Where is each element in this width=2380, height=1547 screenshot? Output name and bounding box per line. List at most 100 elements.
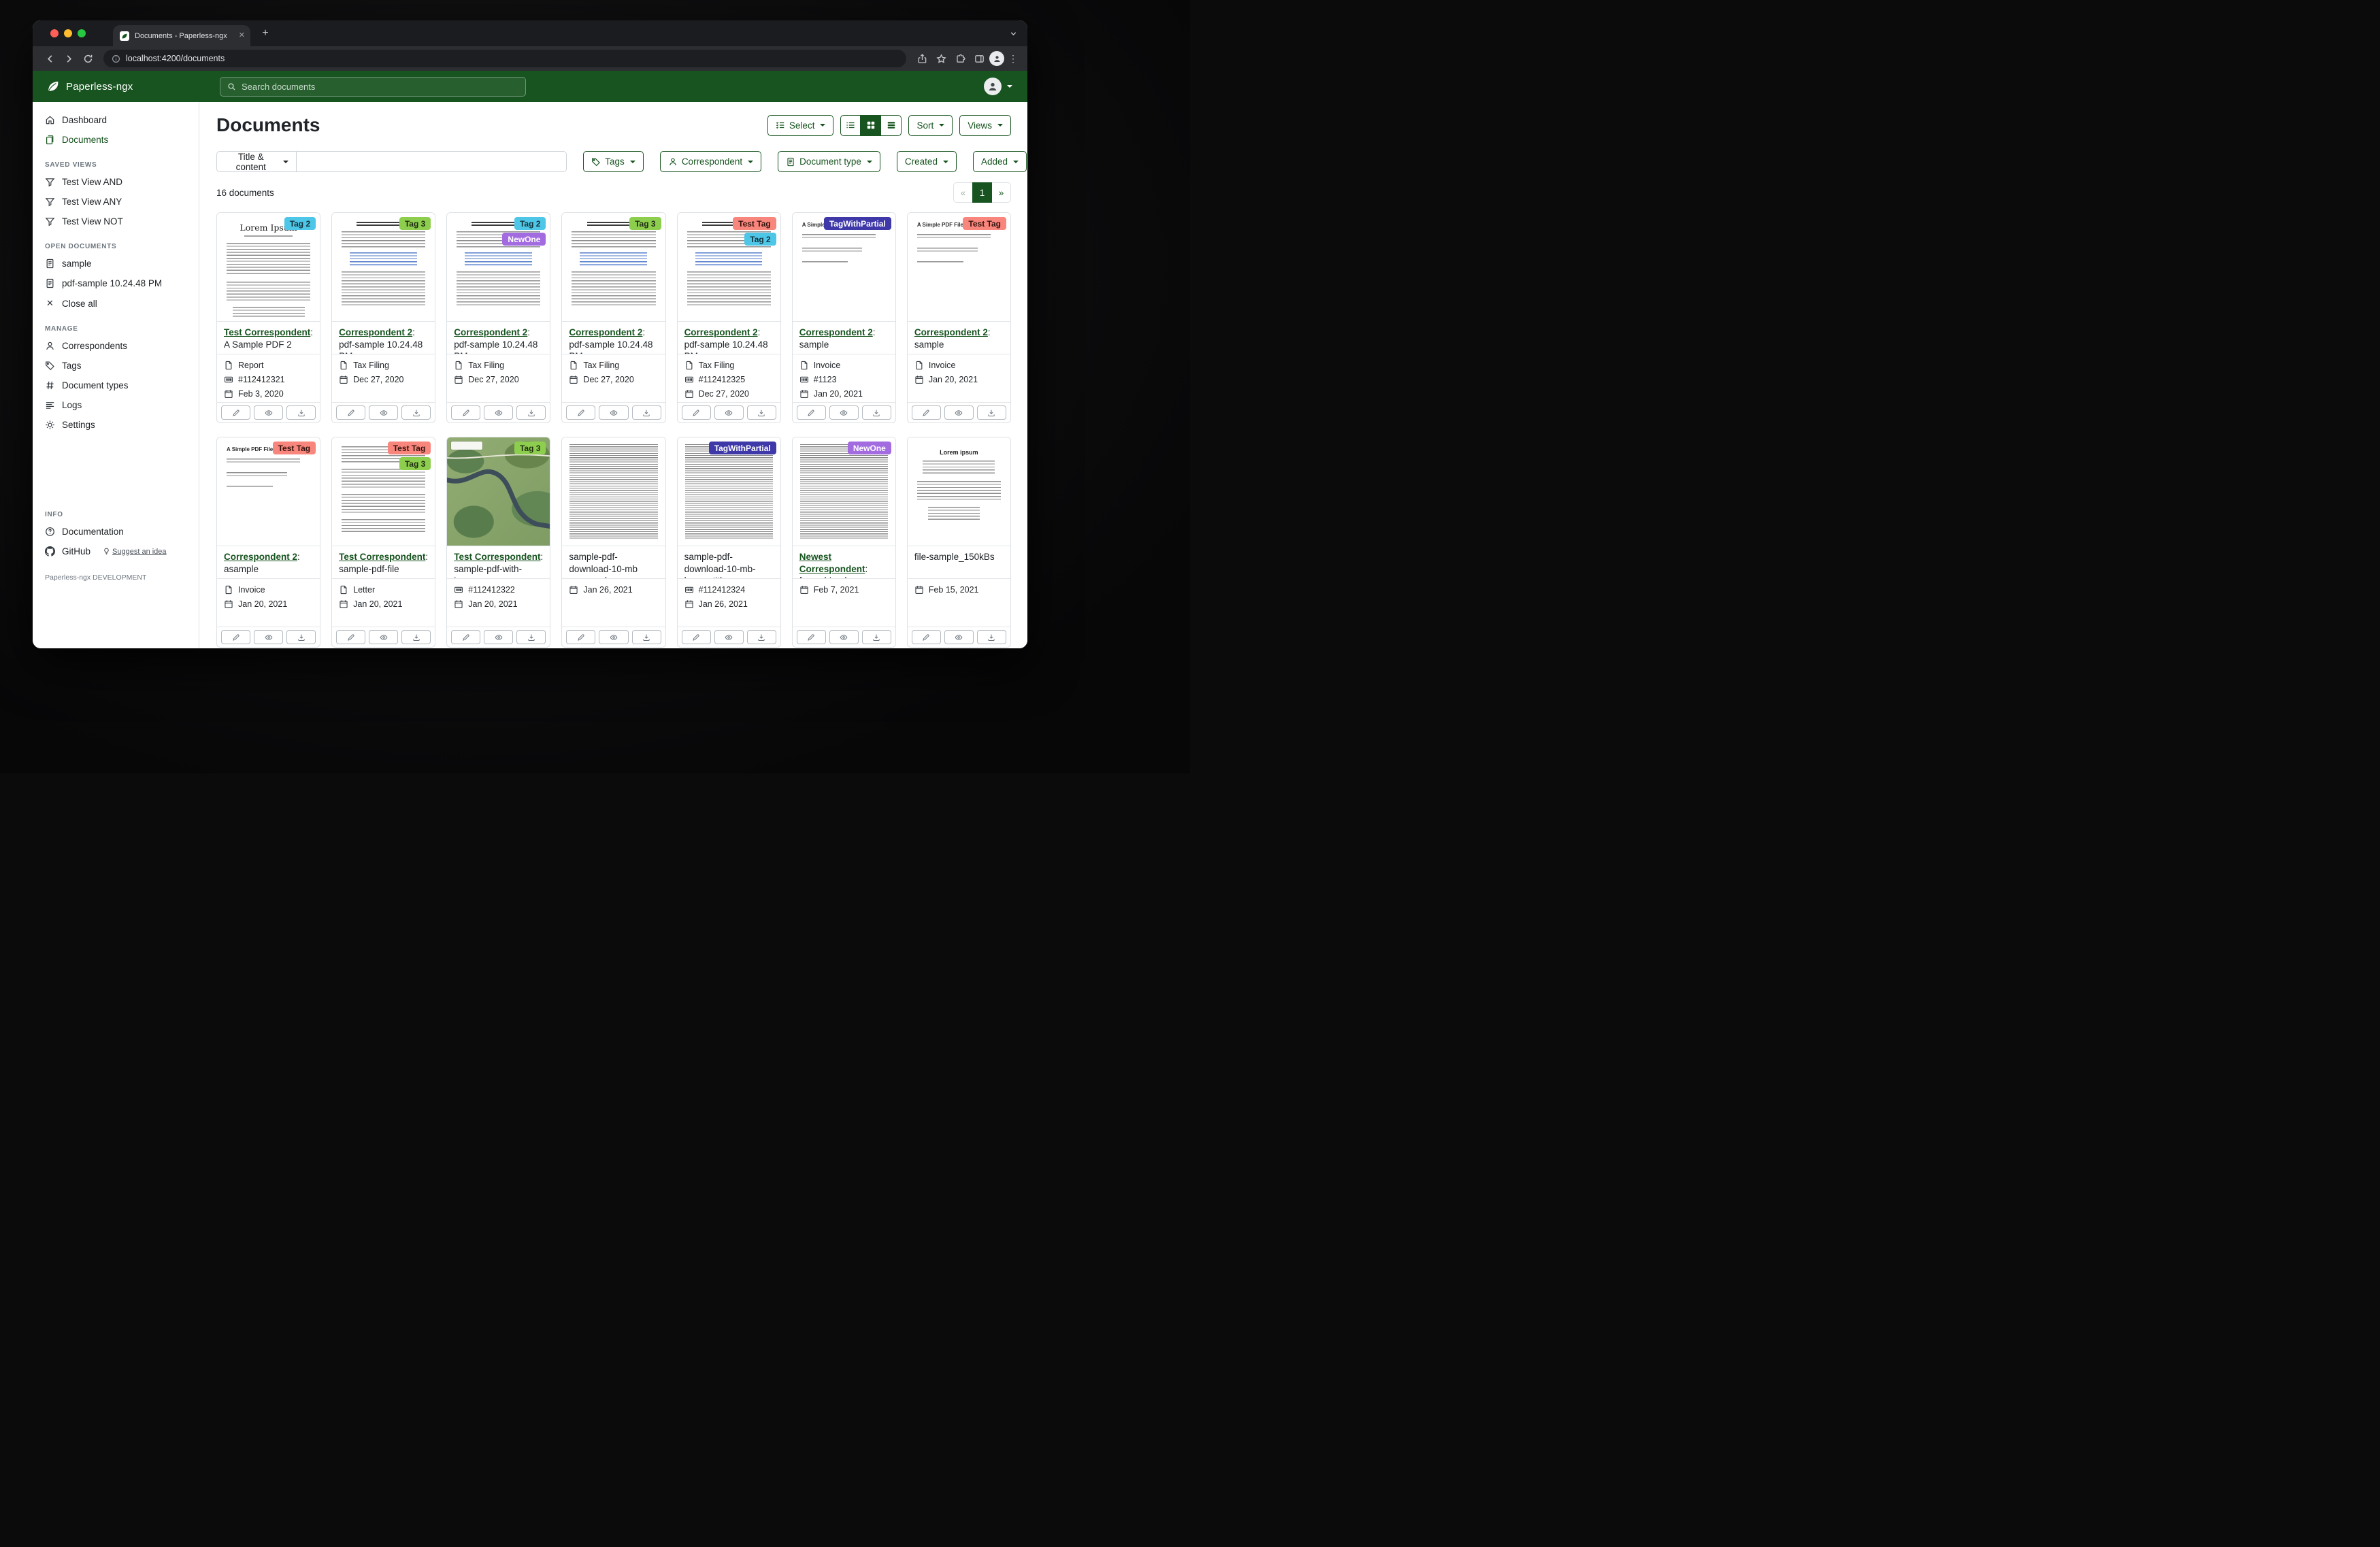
title-content-filter-input[interactable] (297, 151, 567, 172)
sidebar-item-dashboard[interactable]: Dashboard (33, 110, 199, 130)
tag-chip[interactable]: Tag 2 (744, 233, 776, 246)
download-document-button[interactable] (862, 405, 891, 420)
bookmark-star-icon[interactable] (932, 50, 950, 67)
document-name-link[interactable]: sample-pdf-file (339, 564, 399, 574)
download-document-button[interactable] (632, 630, 661, 644)
sidebar-item-document-types[interactable]: Document types (33, 376, 199, 395)
side-panel-icon[interactable] (970, 50, 988, 67)
tag-chip[interactable]: NewOne (848, 442, 891, 454)
correspondent-link[interactable]: Correspondent 2 (454, 327, 527, 337)
created-filter-button[interactable]: Created (897, 151, 957, 172)
document-thumbnail[interactable]: Tag 3 (562, 213, 665, 322)
views-button[interactable]: Views (959, 115, 1011, 136)
browser-tab[interactable]: Documents - Paperless-ngx ✕ (113, 25, 250, 46)
preview-document-button[interactable] (829, 405, 859, 420)
site-info-icon[interactable] (112, 54, 120, 63)
correspondent-filter-button[interactable]: Correspondent (660, 151, 761, 172)
added-filter-button[interactable]: Added (973, 151, 1027, 172)
correspondent-link[interactable]: Correspondent 2 (339, 327, 412, 337)
address-bar[interactable]: localhost:4200/documents (103, 50, 906, 67)
document-thumbnail[interactable]: A Simple PDF File (217, 437, 320, 546)
minimize-window-button[interactable] (64, 29, 72, 37)
preview-document-button[interactable] (599, 405, 628, 420)
app-brand[interactable]: Paperless-ngx (33, 80, 199, 93)
document-name-link[interactable]: sample (914, 339, 944, 350)
edit-document-button[interactable] (566, 630, 595, 644)
preview-document-button[interactable] (484, 630, 513, 644)
document-thumbnail[interactable]: Test Tag Tag 2 (678, 213, 780, 322)
document-name-link[interactable]: pdf-sample 10.24.48 PM (569, 339, 652, 354)
list-view-button[interactable] (840, 115, 861, 136)
correspondent-link[interactable]: Correspondent 2 (914, 327, 988, 337)
edit-document-button[interactable] (451, 630, 480, 644)
user-menu[interactable] (984, 78, 1027, 95)
download-document-button[interactable] (286, 630, 316, 644)
document-name-link[interactable]: pdf-sample 10.24.48 PM (684, 339, 768, 354)
document-thumbnail[interactable]: Lorem Ipsum (217, 213, 320, 322)
correspondent-link[interactable]: Test Correspondent (224, 327, 310, 337)
preview-document-button[interactable] (369, 405, 398, 420)
document-name-link[interactable]: A Sample PDF 2 (224, 339, 292, 350)
correspondent-link[interactable]: Correspondent 2 (569, 327, 642, 337)
preview-document-button[interactable] (944, 630, 974, 644)
page-1-button[interactable]: 1 (972, 182, 992, 203)
back-button[interactable] (41, 50, 59, 67)
sidebar-item-settings[interactable]: Settings (33, 415, 199, 435)
document-name-link[interactable]: file-sample_150kBs (914, 552, 995, 562)
edit-document-button[interactable] (912, 630, 941, 644)
document-thumbnail[interactable]: TagWithPartial (678, 437, 780, 546)
select-button[interactable]: Select (767, 115, 834, 136)
document-name-link[interactable]: sample-pdf-with-images (454, 564, 522, 579)
sidebar-item-tags[interactable]: Tags (33, 356, 199, 376)
sidebar-item-open-doc-sample[interactable]: sample (33, 254, 199, 273)
preview-document-button[interactable] (254, 630, 283, 644)
sidebar-item-logs[interactable]: Logs (33, 395, 199, 415)
edit-document-button[interactable] (566, 405, 595, 420)
tag-chip[interactable]: Test Tag (963, 217, 1006, 230)
sidebar-item-correspondents[interactable]: Correspondents (33, 336, 199, 356)
tag-chip[interactable]: NewOne (502, 233, 546, 246)
download-document-button[interactable] (632, 405, 661, 420)
tag-chip[interactable]: Tag 3 (629, 217, 661, 230)
tag-chip[interactable]: Tag 3 (514, 442, 546, 454)
download-document-button[interactable] (401, 405, 431, 420)
tag-chip[interactable]: Test Tag (733, 217, 776, 230)
preview-document-button[interactable] (254, 405, 283, 420)
document-thumbnail[interactable]: A Simple PDF File (908, 213, 1010, 322)
edit-document-button[interactable] (797, 405, 826, 420)
preview-document-button[interactable] (369, 630, 398, 644)
reload-button[interactable] (79, 50, 97, 67)
download-document-button[interactable] (516, 405, 546, 420)
grid-view-button[interactable] (861, 115, 881, 136)
download-document-button[interactable] (401, 630, 431, 644)
sidebar-item-open-doc-pdf-sample[interactable]: pdf-sample 10.24.48 PM (33, 273, 199, 293)
tag-chip[interactable]: TagWithPartial (709, 442, 776, 454)
tag-chip[interactable]: Test Tag (388, 442, 431, 454)
title-content-dropdown[interactable]: Title & content (216, 151, 297, 172)
edit-document-button[interactable] (912, 405, 941, 420)
edit-document-button[interactable] (221, 405, 250, 420)
document-thumbnail[interactable]: Tag 2 NewOne (447, 213, 550, 322)
correspondent-link[interactable]: Test Correspondent (339, 552, 425, 562)
download-document-button[interactable] (747, 630, 776, 644)
sidebar-item-close-all[interactable]: ✕ Close all (33, 293, 199, 314)
sidebar-item-saved-view-any[interactable]: Test View ANY (33, 192, 199, 212)
share-icon[interactable] (913, 50, 931, 67)
document-thumbnail[interactable]: Test Tag Tag 3 (332, 437, 435, 546)
correspondent-link[interactable]: Newest Correspondent (799, 552, 865, 574)
document-name-link[interactable]: pdf-sample 10.24.48 PM (339, 339, 423, 354)
edit-document-button[interactable] (797, 630, 826, 644)
tag-chip[interactable]: Tag 3 (399, 457, 431, 470)
user-avatar[interactable] (984, 78, 1002, 95)
document-name-link[interactable]: sample-pdf-download-10-mb-longer-title (684, 552, 756, 579)
document-thumbnail[interactable]: NewOne (793, 437, 895, 546)
tag-chip[interactable]: Tag 2 (284, 217, 316, 230)
correspondent-link[interactable]: Test Correspondent (454, 552, 540, 562)
sort-button[interactable]: Sort (908, 115, 953, 136)
correspondent-link[interactable]: Correspondent 2 (224, 552, 297, 562)
document-name-link[interactable]: sample (799, 339, 829, 350)
previous-page-button[interactable]: « (953, 182, 973, 203)
forward-button[interactable] (60, 50, 78, 67)
browser-menu-kebab-icon[interactable]: ⋮ (1006, 53, 1021, 65)
preview-document-button[interactable] (829, 630, 859, 644)
